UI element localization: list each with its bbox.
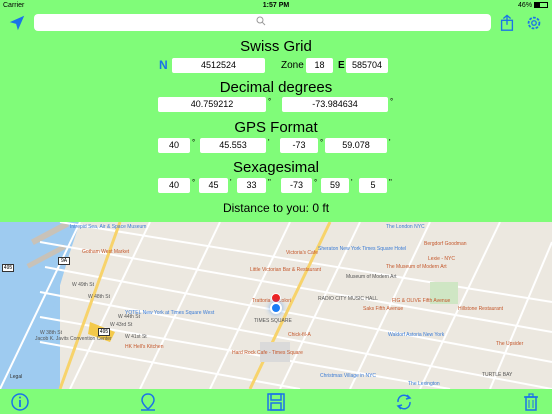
map-label: Museum of Modern Art [346, 274, 397, 280]
map-label: Intrepid Sea, Air & Space Museum [70, 224, 147, 230]
sex-lat-deg-unit: ° [192, 178, 196, 187]
map-label: The Upsider [496, 341, 524, 347]
distance-label: Distance to you: 0 ft [222, 201, 330, 215]
battery-percent: 46% [518, 2, 533, 9]
sex-lat-sec-field[interactable]: 33 [237, 178, 266, 193]
status-bar: Carrier 1:57 PM 46% [0, 0, 552, 13]
map-label: W 41st St [125, 334, 147, 340]
map-label: Victoria's Cafe [286, 250, 318, 256]
swiss-grid-title: Swiss Grid [240, 38, 312, 55]
map-label: W 48th St [88, 294, 110, 300]
map-label: Legal [10, 374, 23, 380]
map-label: HK Hell's Kitchen [125, 344, 164, 350]
map-label: RADIO CITY MUSIC HALL [318, 296, 378, 302]
map-label: Hillstone Restaurant [458, 306, 504, 312]
zone-label: Zone [281, 60, 304, 71]
sex-lat-min-field[interactable]: 45 [199, 178, 228, 193]
decimal-lon-field[interactable]: -73.984634 [282, 97, 388, 112]
location-arrow-icon[interactable] [8, 14, 26, 32]
sex-lat-deg-field[interactable]: 40 [158, 178, 190, 193]
refresh-icon[interactable] [394, 392, 414, 412]
gps-lon-min-unit: ' [389, 138, 391, 147]
map-label: YOTEL New York at Times Square West [125, 310, 215, 316]
sex-lat-min-unit: ' [230, 178, 232, 187]
gps-lon-deg-unit: ° [320, 138, 324, 147]
share-icon[interactable] [498, 14, 516, 32]
trash-icon[interactable] [521, 392, 541, 412]
battery-icon [534, 2, 548, 9]
decimal-lat-unit: ° [268, 97, 272, 106]
map-label: Hard Rock Cafe - Times Square [232, 350, 303, 356]
battery-indicator: 46% [518, 2, 548, 9]
route-shield-icon: 495 [98, 328, 110, 336]
current-location-icon [270, 302, 282, 314]
map-label: Lexie - NYC [428, 256, 455, 262]
info-icon[interactable] [10, 392, 30, 412]
sex-lon-min-unit: ' [351, 178, 353, 187]
sexagesimal-title: Sexagesimal [233, 159, 319, 176]
map-label: Christmas Village in NYC [320, 373, 377, 379]
route-shield-icon: 495 [2, 264, 14, 272]
decimal-lat-field[interactable]: 40.759212 [158, 97, 266, 112]
sex-lon-deg-field[interactable]: -73 [281, 178, 312, 193]
search-input[interactable] [34, 14, 491, 31]
bottom-toolbar [0, 389, 552, 414]
hemisphere-label: N [159, 58, 168, 72]
gps-lat-min-unit: ' [268, 138, 270, 147]
map-label: Sheraton New York Times Square Hotel [318, 246, 407, 252]
map-label: The London NYC [386, 224, 425, 230]
gps-title: GPS Format [234, 119, 318, 136]
clock: 1:57 PM [262, 2, 290, 9]
sex-lon-deg-unit: ° [314, 178, 318, 187]
map-label: FIG & OLIVE Fifth Avenue [392, 298, 451, 304]
sex-lon-sec-unit: " [389, 178, 392, 187]
east-label: E [338, 60, 345, 71]
gear-icon[interactable] [525, 14, 543, 32]
map-label: The Lexington [408, 381, 440, 387]
save-icon[interactable] [266, 392, 286, 412]
gps-lat-min-field[interactable]: 45.553 [200, 138, 266, 153]
map-label: Chick-fil-A [288, 332, 311, 338]
decimal-title: Decimal degrees [219, 79, 333, 96]
sex-lon-sec-field[interactable]: 5 [359, 178, 387, 193]
decimal-lon-unit: ° [390, 97, 394, 106]
search-icon [256, 16, 266, 26]
top-toolbar [0, 13, 552, 35]
gps-lon-deg-field[interactable]: -73 [280, 138, 318, 153]
map-label: Bergdorf Goodman [424, 241, 467, 247]
gps-lat-deg-field[interactable]: 40 [158, 138, 190, 153]
map-label: TIMES SQUARE [254, 318, 292, 324]
map-label: W 49th St [72, 282, 94, 288]
sex-lon-min-field[interactable]: 59 [321, 178, 349, 193]
map-label: W 43rd St [110, 322, 133, 328]
gps-lat-deg-unit: ° [192, 138, 196, 147]
route-shield-icon: 9A [58, 257, 70, 265]
easting-field[interactable]: 585704 [346, 58, 388, 73]
sex-lat-sec-unit: " [268, 178, 271, 187]
map-label: Saks Fifth Avenue [363, 306, 404, 312]
map-label: Jacob K. Javits Convention Center [35, 336, 112, 342]
map-view[interactable]: Intrepid Sea, Air & Space Museum Gotham W… [0, 222, 552, 389]
zone-field[interactable]: 18 [306, 58, 333, 73]
northing-field[interactable]: 4512524 [172, 58, 265, 73]
map-pin-icon[interactable] [138, 392, 158, 412]
map-label: Little Victorian Bar & Restaurant [250, 267, 322, 273]
gps-lon-min-field[interactable]: 59.078 [325, 138, 387, 153]
map-label: Gotham West Market [82, 249, 130, 255]
map-label: Waldorf Astoria New York [388, 332, 445, 338]
map-label: TURTLE BAY [482, 372, 513, 378]
map-label: The Museum of Modern Art [386, 264, 447, 270]
